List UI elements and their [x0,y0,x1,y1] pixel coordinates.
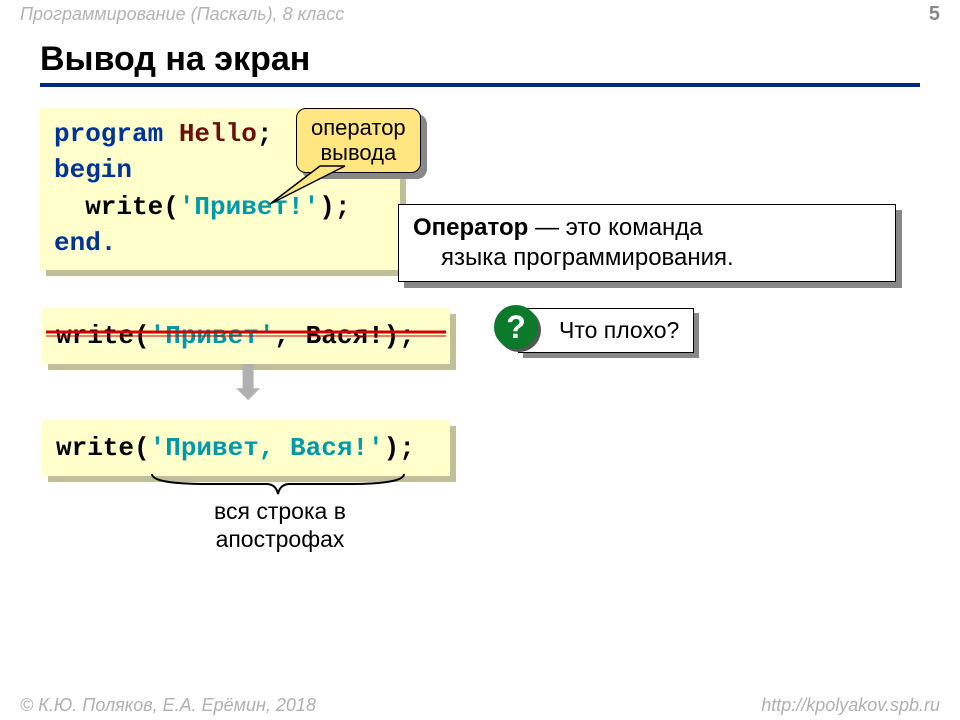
question-mark: ? [506,309,526,346]
write-close: ); [319,192,350,222]
str-hello: 'Привет!' [179,192,319,222]
write-open: write( [54,192,179,222]
footer-authors: © К.Ю. Поляков, Е.А. Ерёмин, 2018 [20,695,316,716]
footer-url: http://kpolyakov.spb.ru [761,695,940,716]
semi: ; [257,119,273,149]
slide-footer: © К.Ю. Поляков, Е.А. Ерёмин, 2018 http:/… [0,695,960,716]
kw-begin: begin [54,155,132,185]
callout-operator: оператор вывода [296,108,421,173]
def-word: Оператор [413,214,528,241]
cap-l2: апострофах [180,526,380,554]
page-number: 5 [929,3,940,26]
w3-rest: ); [384,433,415,463]
slide-header: Программирование (Паскаль), 8 класс 5 [0,0,960,28]
kw-program: program [54,119,163,149]
code-block-correct: write('Привет, Вася!'); [42,420,450,476]
w2-open: write( [56,321,150,351]
page-title: Вывод на экран [40,40,920,87]
operator-definition: Оператор — это команда языка программиро… [398,204,896,282]
question-box: Что плохо? [518,308,694,353]
arrow-down-icon: ⬇ [228,360,268,408]
brace-caption: вся строка в апострофах [180,498,380,553]
w2-rest: , Вася!); [274,321,414,351]
course-title: Программирование (Паскаль), 8 класс [20,4,344,25]
w2-str: 'Привет' [150,321,275,351]
def-rest2: языка программирования. [413,243,734,273]
code-block-wrong: write('Привет', Вася!); [42,308,450,364]
kw-end: end. [54,228,116,258]
cap-l1: вся строка в [180,498,380,526]
w3-str: 'Привет, Вася!' [150,433,384,463]
w3-open: write( [56,433,150,463]
question-text: Что плохо? [559,317,679,343]
prog-name: Hello [163,119,257,149]
def-rest1: — это команда [528,214,702,241]
question-badge-icon: ? [494,305,538,349]
callout-line2: вывода [311,140,406,165]
callout-line1: оператор [311,115,406,140]
